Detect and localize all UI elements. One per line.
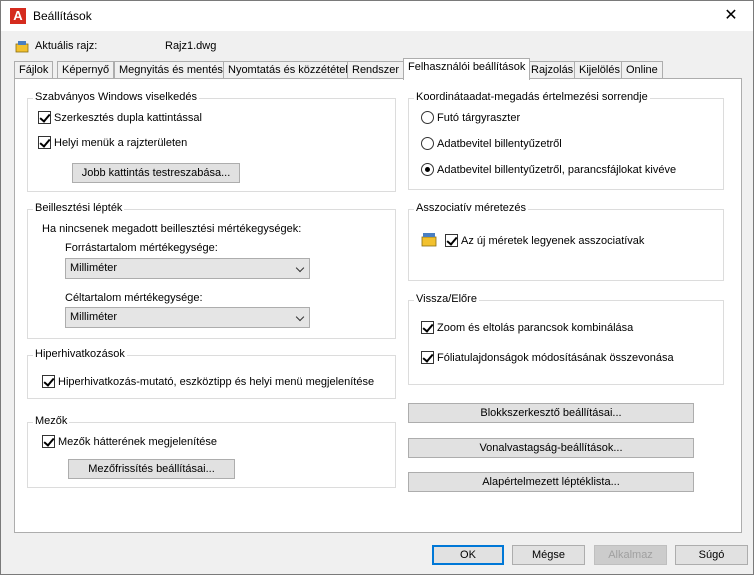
default-scale-list-button[interactable]: Alapértelmezett léptéklista... (408, 472, 694, 492)
field-background-checkbox[interactable]: Mezők hátterének megjelenítése (42, 435, 217, 448)
undo-redo-group: Vissza/Előre Zoom és eltolás parancsok k… (408, 293, 724, 385)
fields-group: Mezők Mezők hátterének megjelenítése Mez… (27, 415, 396, 488)
checkmark-icon (38, 136, 51, 149)
checkmark-icon (421, 321, 434, 334)
user-preferences-panel: Szabványos Windows viselkedés Szerkeszté… (14, 78, 742, 533)
undo-redo-title: Vissza/Előre (414, 293, 479, 305)
tab-open-save[interactable]: Megnyitás és mentés (114, 61, 228, 79)
associative-dimension-checkbox[interactable]: Az új méretek legyenek asszociatívak (445, 234, 644, 247)
chevron-down-icon (295, 312, 305, 322)
hyperlinks-title: Hiperhivatkozások (33, 348, 127, 360)
checkmark-icon (445, 234, 458, 247)
running-osnap-radio[interactable]: Futó tárgyraszter (421, 111, 520, 124)
associative-dimension-title: Asszociatív méretezés (414, 202, 529, 214)
title-bar: A Beállítások ✕ (1, 1, 753, 31)
radio-icon (421, 111, 434, 124)
keyboard-entry-except-scripts-radio[interactable]: Adatbevitel billentyűzetről, parancsfájl… (421, 163, 676, 176)
ok-button[interactable]: OK (432, 545, 504, 565)
tab-online[interactable]: Online (621, 61, 663, 79)
checkmark-icon (38, 111, 51, 124)
target-units-dropdown[interactable]: Milliméter (65, 307, 310, 328)
tab-files[interactable]: Fájlok (14, 61, 54, 79)
lineweight-settings-button[interactable]: Vonalvastagság-beállítások... (408, 438, 694, 458)
current-drawing-label: Aktuális rajz: (35, 40, 98, 52)
fields-title: Mezők (33, 415, 70, 427)
insert-scale-group: Beillesztési lépték Ha nincsenek megadot… (27, 202, 396, 339)
tab-system[interactable]: Rendszer (347, 61, 405, 79)
target-units-label: Céltartalom mértékegysége: (65, 292, 203, 304)
cancel-button[interactable]: Mégse (512, 545, 585, 565)
tab-display[interactable]: Képernyő (57, 61, 115, 79)
source-units-label: Forrástartalom mértékegysége: (65, 242, 218, 254)
apply-button[interactable]: Alkalmaz (594, 545, 667, 565)
associative-dimension-icon (421, 233, 437, 247)
insert-scale-title: Beillesztési lépték (33, 202, 125, 214)
tab-drafting[interactable]: Rajzolás (526, 61, 579, 79)
keyboard-entry-radio[interactable]: Adatbevitel billentyűzetről (421, 137, 562, 150)
checkmark-icon (42, 375, 55, 388)
tab-plot-publish[interactable]: Nyomtatás és közzététel (223, 61, 353, 79)
current-drawing-value: Rajz1.dwg (165, 40, 217, 52)
right-click-customization-button[interactable]: Jobb kattintás testreszabása... (72, 163, 240, 183)
shortcut-menus-checkbox[interactable]: Helyi menük a rajzterületen (38, 136, 187, 149)
autocad-logo-icon: A (10, 8, 26, 24)
options-dialog: A Beállítások ✕ Aktuális rajz: Rajz1.dwg… (0, 0, 754, 575)
associative-dimension-group: Asszociatív méretezés Az új méretek legy… (408, 202, 724, 281)
field-update-settings-button[interactable]: Mezőfrissítés beállításai... (68, 459, 235, 479)
close-button[interactable]: ✕ (709, 1, 753, 31)
block-editor-settings-button[interactable]: Blokkszerkesztő beállításai... (408, 403, 694, 423)
chevron-down-icon (295, 263, 305, 273)
combine-layer-property-checkbox[interactable]: Fóliatulajdonságok módosításának összevo… (421, 351, 674, 364)
windows-behavior-group: Szabványos Windows viselkedés Szerkeszté… (27, 91, 396, 192)
window-title: Beállítások (33, 9, 92, 23)
combine-zoom-pan-checkbox[interactable]: Zoom és eltolás parancsok kombinálása (421, 321, 633, 334)
insert-scale-description: Ha nincsenek megadott beillesztési mérté… (42, 223, 302, 235)
checkmark-icon (421, 351, 434, 364)
hyperlink-display-checkbox[interactable]: Hiperhivatkozás-mutató, eszköztipp és he… (42, 375, 374, 388)
radio-icon (421, 137, 434, 150)
windows-behavior-title: Szabványos Windows viselkedés (33, 91, 200, 103)
tab-user-preferences[interactable]: Felhasználói beállítások (403, 58, 531, 80)
checkmark-icon (42, 435, 55, 448)
hyperlinks-group: Hiperhivatkozások Hiperhivatkozás-mutató… (27, 348, 396, 399)
source-units-dropdown[interactable]: Milliméter (65, 258, 310, 279)
drawing-file-icon (15, 41, 29, 53)
tab-selection[interactable]: Kijelölés (574, 61, 625, 79)
help-button[interactable]: Súgó (675, 545, 748, 565)
radio-selected-icon (421, 163, 434, 176)
coordinate-priority-group: Koordinátaadat-megadás értelmezési sorre… (408, 91, 724, 190)
coordinate-priority-title: Koordinátaadat-megadás értelmezési sorre… (414, 91, 650, 103)
double-click-edit-checkbox[interactable]: Szerkesztés dupla kattintással (38, 111, 202, 124)
